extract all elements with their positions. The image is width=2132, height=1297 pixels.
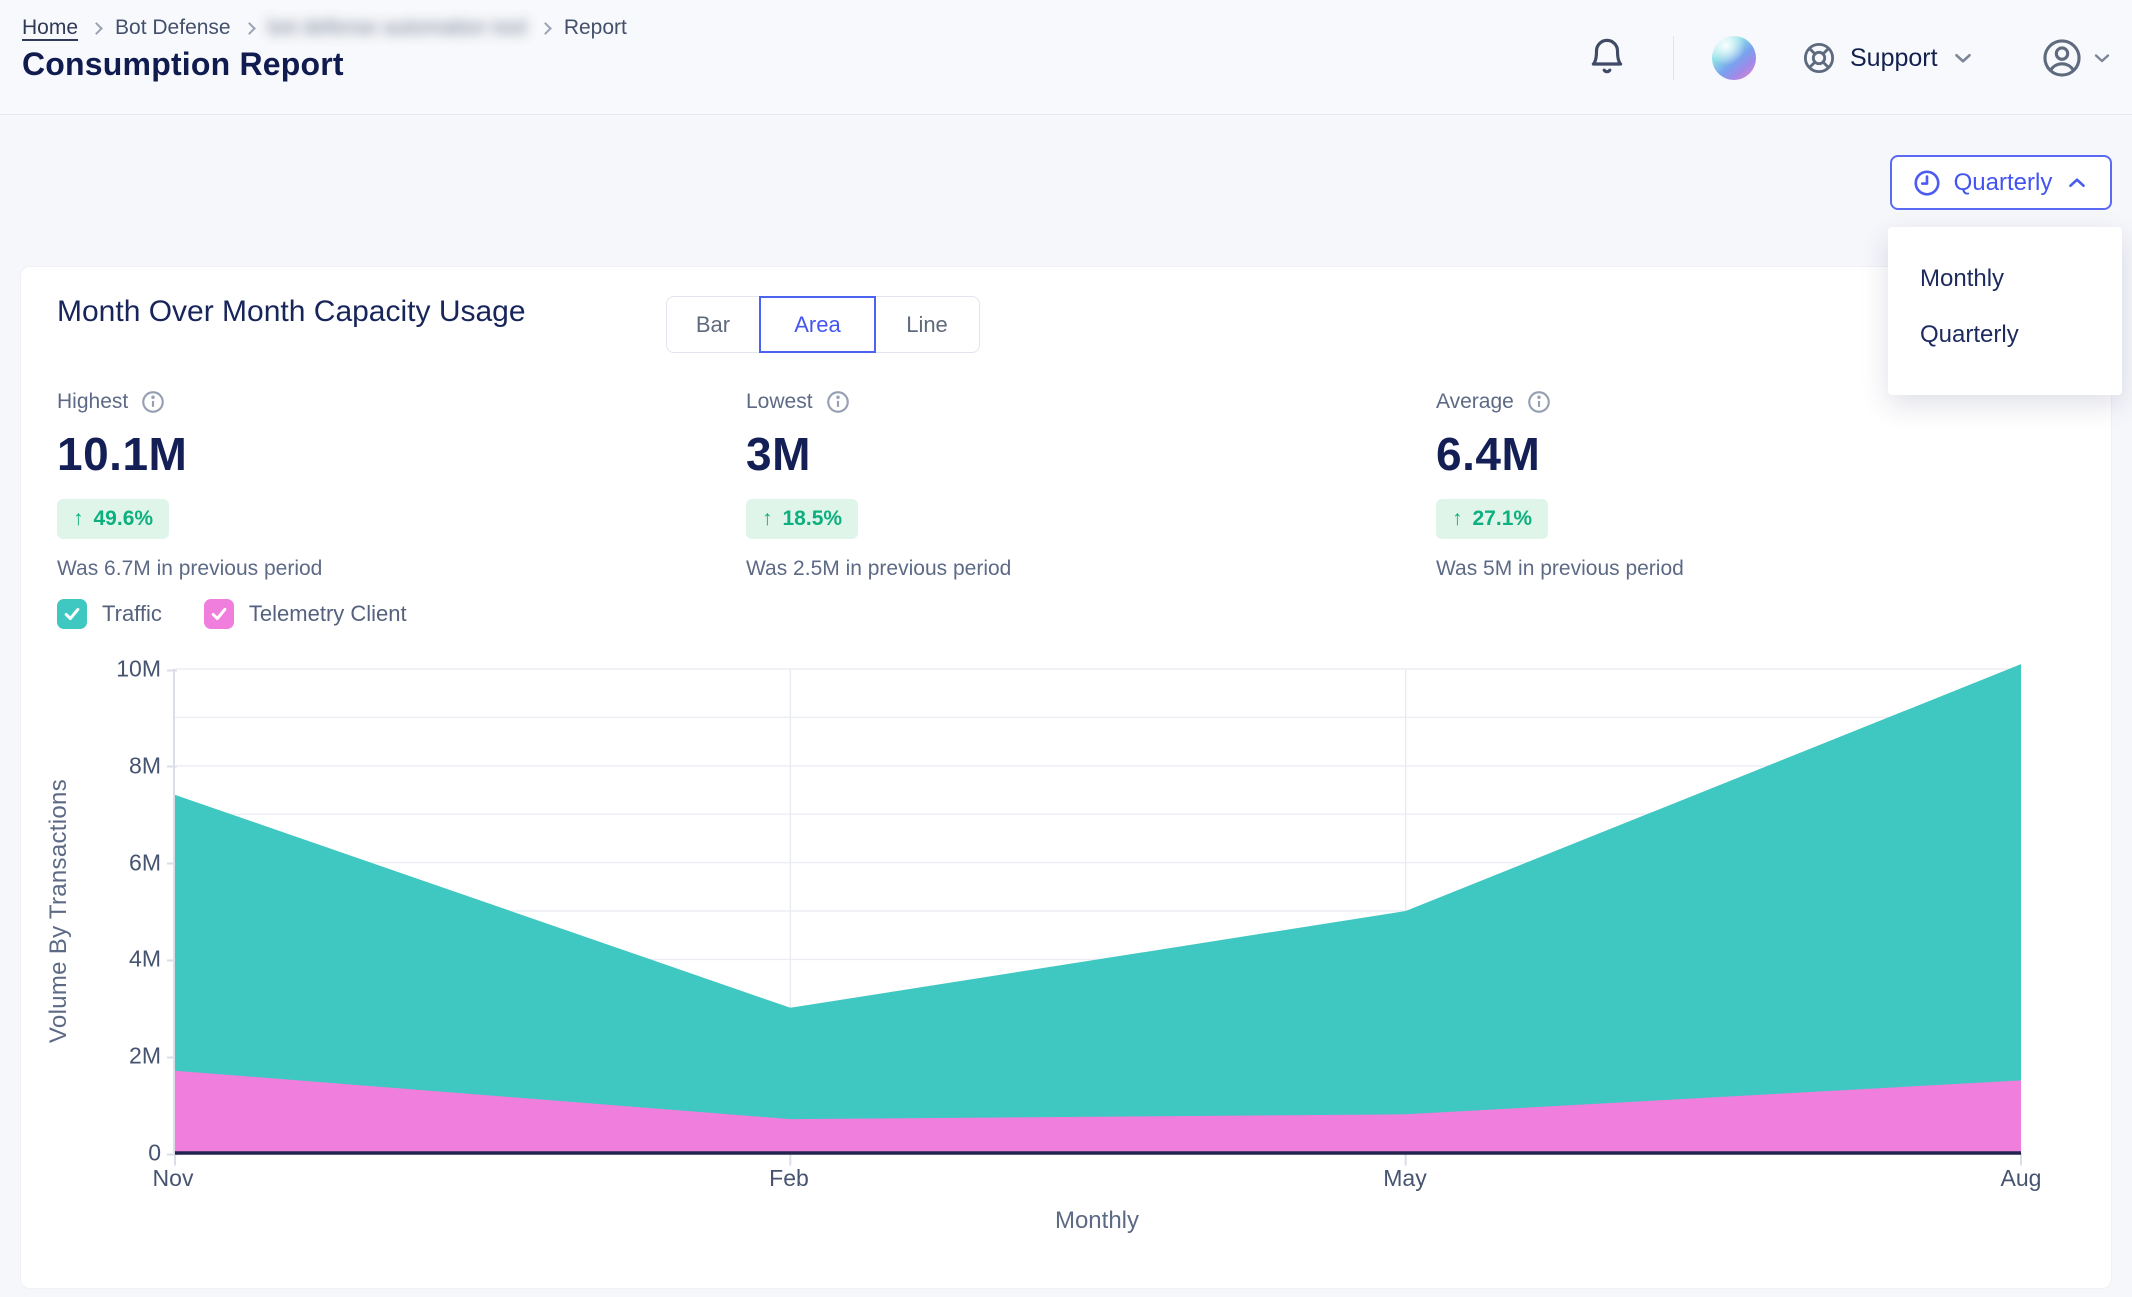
period-dropdown-menu: Monthly Quarterly (1888, 227, 2122, 395)
x-tick-label: Aug (2001, 1165, 2042, 1192)
breadcrumb: Home Bot Defense bot defense automation … (22, 16, 627, 40)
stat-note: Was 5M in previous period (1436, 557, 1684, 581)
series-legend: Traffic Telemetry Client (57, 599, 407, 629)
arrow-up-icon: ↑ (73, 507, 84, 531)
breadcrumb-bot-defense[interactable]: Bot Defense (115, 16, 231, 40)
breadcrumb-redacted-item[interactable]: bot defense automation tool (268, 16, 527, 40)
chart-type-line[interactable]: Line (875, 297, 979, 352)
arrow-up-icon: ↑ (762, 507, 773, 531)
arrow-up-icon: ↑ (1452, 507, 1463, 531)
chevron-right-icon (243, 22, 256, 35)
stat-note: Was 2.5M in previous period (746, 557, 1011, 581)
legend-item-telemetry-client[interactable]: Telemetry Client (204, 599, 407, 629)
area-chart-plot[interactable] (173, 669, 2021, 1153)
chevron-down-icon (2090, 46, 2114, 70)
top-header: Home Bot Defense bot defense automation … (0, 0, 2132, 115)
clock-icon (1912, 168, 1942, 198)
x-tick-label: Nov (153, 1165, 194, 1192)
check-icon (209, 604, 229, 624)
legend-item-traffic[interactable]: Traffic (57, 599, 162, 629)
period-option-quarterly[interactable]: Quarterly (1888, 307, 2122, 363)
stat-highest: Highest 10.1M ↑ 49.6% Was 6.7M in previou… (57, 389, 322, 581)
legend-label: Traffic (102, 601, 162, 627)
period-selector-button[interactable]: Quarterly (1890, 155, 2112, 210)
stat-note: Was 6.7M in previous period (57, 557, 322, 581)
checkbox-checked[interactable] (204, 599, 234, 629)
user-icon (2040, 36, 2084, 80)
bell-icon (1586, 36, 1628, 78)
assistant-avatar[interactable] (1712, 36, 1756, 80)
x-tick-label: Feb (769, 1165, 809, 1192)
notifications-button[interactable] (1586, 36, 1628, 78)
stat-label: Highest (57, 390, 128, 414)
y-tick-label: 2M (129, 1043, 161, 1070)
change-value: 18.5% (783, 507, 843, 531)
page-title: Consumption Report (22, 46, 344, 83)
breadcrumb-report: Report (564, 16, 627, 40)
chevron-right-icon (539, 22, 552, 35)
info-icon[interactable] (825, 389, 851, 415)
change-badge: ↑ 18.5% (746, 499, 858, 539)
y-tick-label: 10M (116, 656, 161, 683)
support-label: Support (1850, 44, 1938, 73)
x-axis-tick-labels: NovFebMayAug (173, 1165, 2021, 1195)
account-menu-button[interactable] (2040, 32, 2114, 84)
y-tick-label: 0 (148, 1140, 161, 1167)
x-tick-label: May (1383, 1165, 1426, 1192)
stat-value: 3M (746, 427, 1011, 481)
change-badge: ↑ 49.6% (57, 499, 169, 539)
chevron-right-icon (90, 22, 103, 35)
chart-type-toggle: Bar Area Line (666, 296, 980, 353)
chart-title: Month Over Month Capacity Usage (57, 295, 526, 329)
support-menu-button[interactable]: Support (1800, 30, 1976, 86)
chevron-up-icon (2064, 170, 2090, 196)
stat-lowest: Lowest 3M ↑ 18.5% Was 2.5M in previous pe… (746, 389, 1011, 581)
y-axis-tick-labels: 02M4M6M8M10M (21, 669, 161, 1153)
stat-label: Average (1436, 390, 1514, 414)
legend-label: Telemetry Client (249, 601, 407, 627)
y-tick-label: 8M (129, 752, 161, 779)
stat-average: Average 6.4M ↑ 27.1% Was 5M in previous p… (1436, 389, 1684, 581)
chevron-down-icon (1950, 45, 1976, 71)
stat-value: 10.1M (57, 427, 322, 481)
breadcrumb-home[interactable]: Home (22, 16, 78, 40)
capacity-usage-card: Month Over Month Capacity Usage Bar Area… (20, 266, 2112, 1289)
stat-label: Lowest (746, 390, 813, 414)
stat-value: 6.4M (1436, 427, 1684, 481)
y-tick-label: 6M (129, 849, 161, 876)
x-axis-title: Monthly (173, 1207, 2021, 1235)
period-selected-label: Quarterly (1954, 169, 2053, 197)
chart-type-bar[interactable]: Bar (667, 297, 760, 352)
change-value: 49.6% (94, 507, 154, 531)
info-icon[interactable] (1526, 389, 1552, 415)
header-divider (1673, 36, 1674, 80)
chart-type-area[interactable]: Area (760, 297, 875, 352)
period-option-monthly[interactable]: Monthly (1888, 251, 2122, 307)
change-value: 27.1% (1473, 507, 1533, 531)
change-badge: ↑ 27.1% (1436, 499, 1548, 539)
plot-svg (175, 669, 2021, 1153)
checkbox-checked[interactable] (57, 599, 87, 629)
area-series-traffic (175, 664, 2021, 1153)
check-icon (62, 604, 82, 624)
life-ring-icon (1800, 39, 1838, 77)
y-tick-label: 4M (129, 946, 161, 973)
info-icon[interactable] (140, 389, 166, 415)
